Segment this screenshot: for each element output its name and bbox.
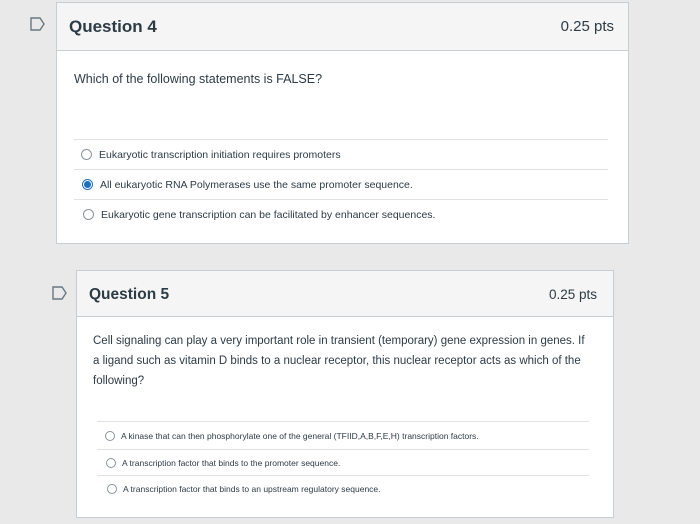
question-5-card: Question 5 0.25 pts Cell signaling can p… bbox=[76, 270, 614, 518]
answer-option[interactable]: A kinase that can then phosphorylate one… bbox=[97, 421, 589, 449]
answer-option[interactable]: Eukaryotic transcription initiation requ… bbox=[74, 139, 608, 169]
question-4-points: 0.25 pts bbox=[560, 18, 614, 35]
question-5-title: Question 5 bbox=[89, 286, 170, 303]
radio-button[interactable] bbox=[106, 457, 116, 468]
answer-label: All eukaryotic RNA Polymerases use the s… bbox=[100, 178, 413, 191]
answer-label: Eukaryotic transcription initiation requ… bbox=[99, 148, 341, 161]
radio-button[interactable] bbox=[107, 483, 117, 494]
question-5-header: Question 5 0.25 pts bbox=[77, 271, 613, 317]
answer-label: A transcription factor that binds to an … bbox=[123, 483, 381, 494]
answer-option[interactable]: Eukaryotic gene transcription can be fac… bbox=[74, 199, 608, 229]
answer-label: A transcription factor that binds to the… bbox=[122, 457, 341, 468]
question-5-points: 0.25 pts bbox=[548, 287, 597, 302]
question-5-prompt: Cell signaling can play a very important… bbox=[93, 335, 585, 387]
radio-button-selected[interactable] bbox=[82, 179, 93, 190]
radio-button[interactable] bbox=[83, 209, 94, 220]
flag-question-4-icon[interactable] bbox=[30, 17, 46, 31]
radio-button[interactable] bbox=[105, 430, 115, 441]
question-4-prompt: Which of the following statements is FAL… bbox=[74, 72, 323, 86]
answer-label: A kinase that can then phosphorylate one… bbox=[121, 430, 479, 441]
question-5-answers: A kinase that can then phosphorylate one… bbox=[97, 421, 589, 501]
answer-option[interactable]: A transcription factor that binds to an … bbox=[97, 475, 589, 501]
question-4-title: Question 4 bbox=[69, 17, 157, 36]
question-4-header: Question 4 0.25 pts bbox=[57, 3, 628, 51]
flag-question-5-icon[interactable] bbox=[52, 286, 68, 300]
radio-button[interactable] bbox=[81, 149, 92, 160]
question-4-answers: Eukaryotic transcription initiation requ… bbox=[74, 139, 608, 229]
answer-option[interactable]: A transcription factor that binds to the… bbox=[97, 449, 589, 475]
answer-option-selected[interactable]: All eukaryotic RNA Polymerases use the s… bbox=[74, 169, 608, 199]
answer-label: Eukaryotic gene transcription can be fac… bbox=[101, 208, 436, 221]
question-4-card: Question 4 0.25 pts Which of the followi… bbox=[56, 2, 629, 244]
